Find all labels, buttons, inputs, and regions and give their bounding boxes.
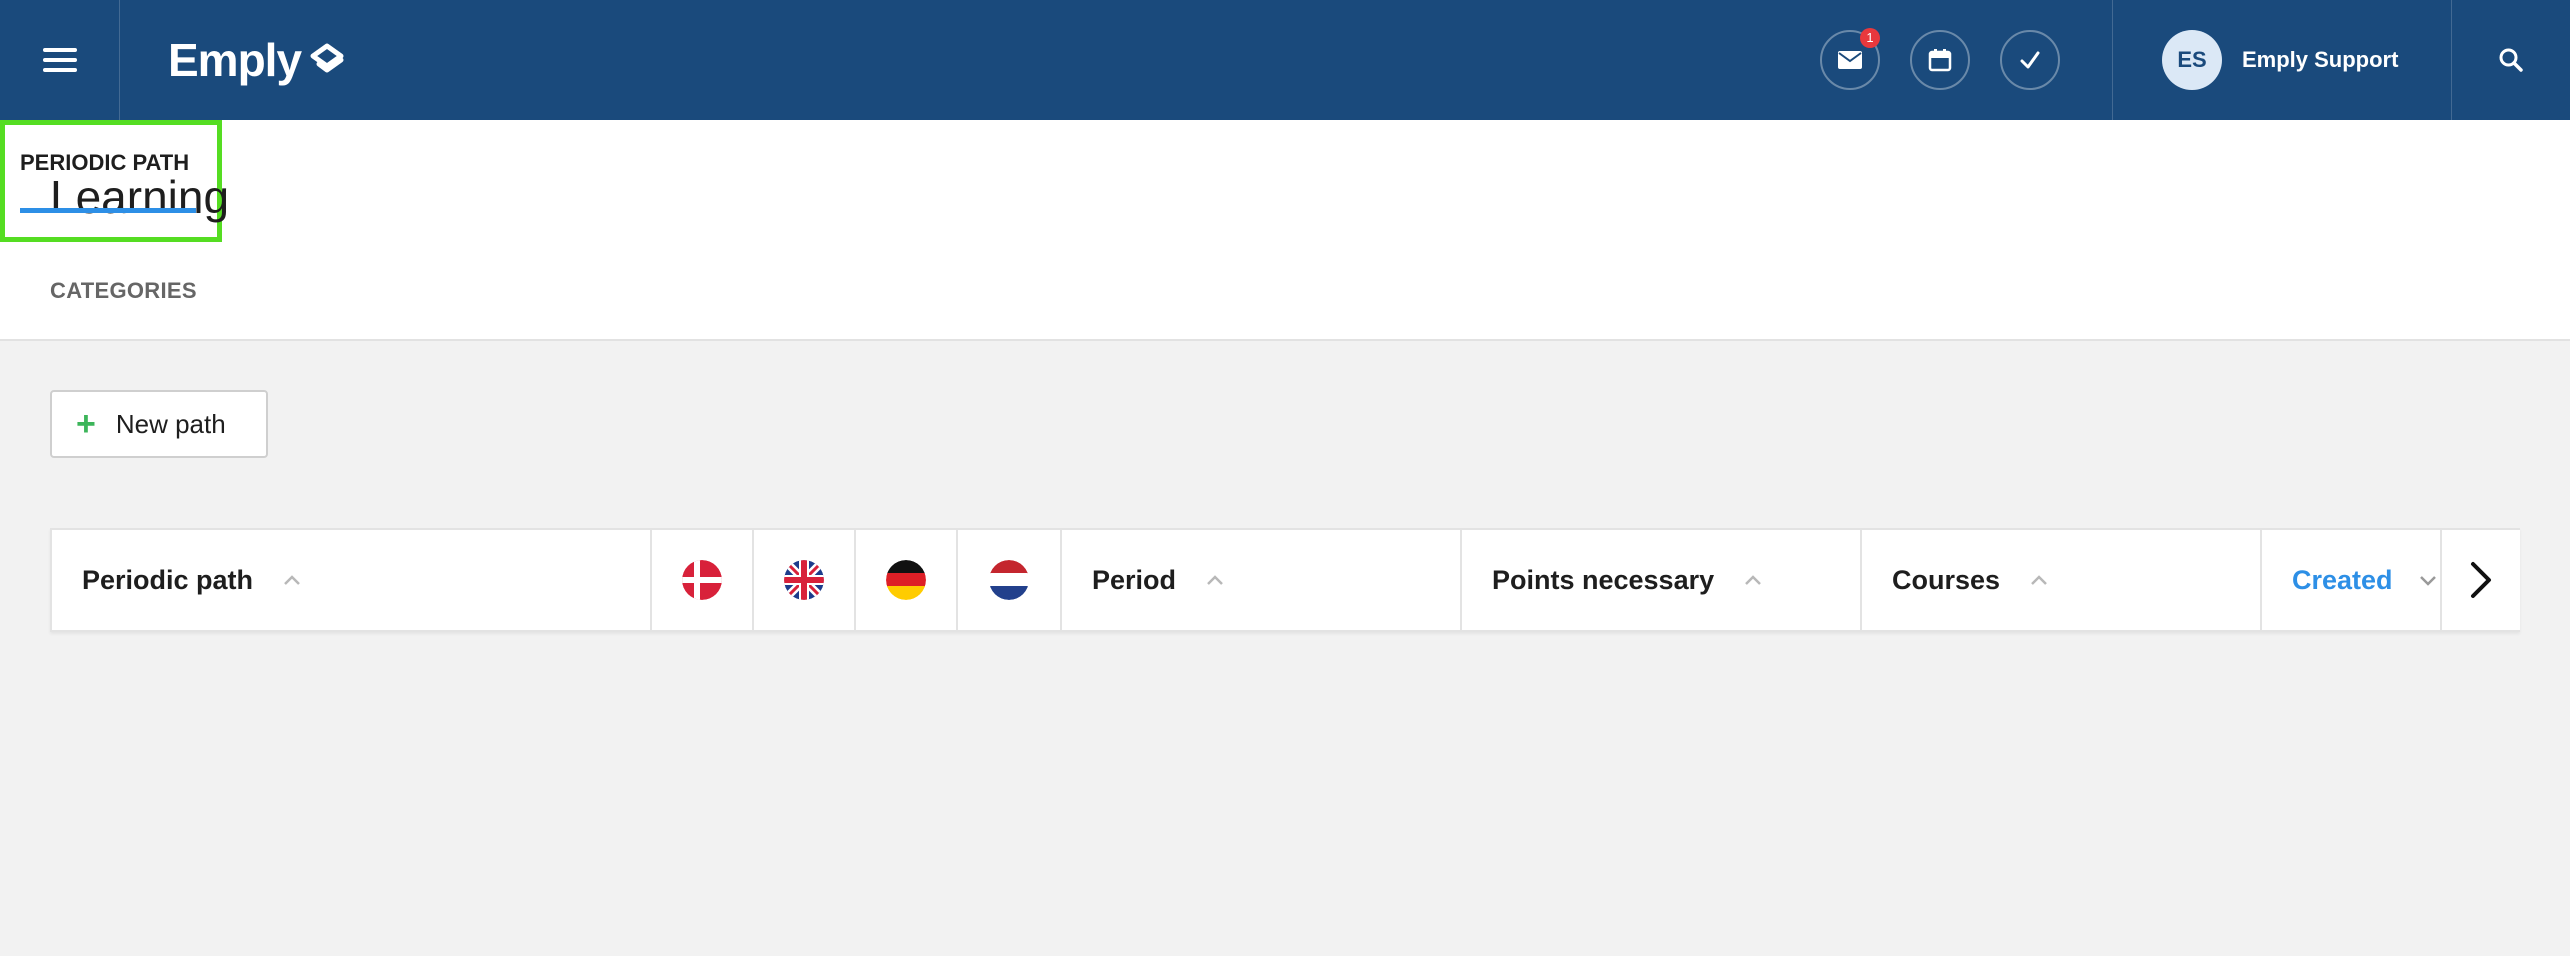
netherlands-flag-icon — [989, 560, 1029, 600]
hamburger-menu-icon[interactable] — [0, 0, 120, 120]
logo-text: Emply — [168, 34, 302, 86]
uk-flag-icon — [784, 560, 824, 600]
page-header: Learning CATEGORIES PERIODIC PATH — [0, 120, 2570, 341]
tab-label: PERIODIC PATH — [20, 150, 190, 175]
search-button[interactable] — [2452, 0, 2570, 120]
search-icon — [2499, 48, 2523, 72]
sort-up-icon — [1207, 575, 1223, 585]
top-navigation-bar: Emply 1 ES Emply Support — [0, 0, 2570, 120]
page-title: Learning — [50, 171, 230, 223]
column-header-flag-english[interactable] — [754, 530, 856, 630]
avatar: ES — [2162, 30, 2222, 90]
user-name: Emply Support — [2242, 47, 2399, 72]
column-label: Created — [2292, 564, 2393, 595]
emply-logo[interactable]: Emply — [168, 30, 345, 90]
plus-icon: + — [76, 405, 96, 443]
messages-button[interactable]: 1 — [1820, 28, 1880, 90]
column-label: Points necessary — [1492, 564, 1715, 595]
column-header-flag-german[interactable] — [856, 530, 958, 630]
sort-down-icon — [2419, 576, 2436, 586]
sort-up-icon — [1745, 575, 1762, 585]
notification-badge: 1 — [1860, 28, 1880, 48]
active-tab-indicator — [20, 208, 196, 213]
column-label: Period — [1092, 564, 1177, 595]
calendar-button[interactable] — [1910, 30, 1970, 90]
topbar-divider — [2112, 0, 2113, 120]
check-icon — [2020, 51, 2040, 69]
sort-up-icon — [284, 575, 300, 585]
calendar-icon — [1928, 49, 1952, 72]
column-header-periodic-path[interactable]: Periodic path — [52, 530, 652, 630]
column-label: Periodic path — [82, 564, 254, 595]
scroll-right-button[interactable] — [2440, 530, 2520, 630]
tab-categories[interactable]: CATEGORIES — [50, 278, 197, 304]
new-path-label: New path — [115, 408, 226, 439]
chevron-right-icon — [2471, 562, 2491, 598]
column-label: Courses — [1892, 564, 2001, 595]
column-header-created[interactable]: Created — [2262, 530, 2440, 630]
column-header-flag-danish[interactable] — [652, 530, 754, 630]
germany-flag-icon — [886, 560, 926, 600]
column-header-points-necessary[interactable]: Points necessary — [1462, 530, 1862, 630]
tasks-button[interactable] — [2000, 30, 2060, 90]
envelope-icon — [1838, 51, 1862, 69]
table-header-row: Periodic path Period Points necessary Co… — [50, 528, 2520, 632]
sort-up-icon — [2031, 575, 2047, 585]
user-menu[interactable]: ES Emply Support — [2162, 30, 2398, 90]
column-header-flag-dutch[interactable] — [958, 530, 1062, 630]
column-header-courses[interactable]: Courses — [1862, 530, 2262, 630]
new-path-button[interactable]: + New path — [50, 390, 268, 458]
column-header-period[interactable]: Period — [1062, 530, 1462, 630]
logo-mark-icon — [310, 43, 344, 73]
denmark-flag-icon — [682, 560, 722, 600]
